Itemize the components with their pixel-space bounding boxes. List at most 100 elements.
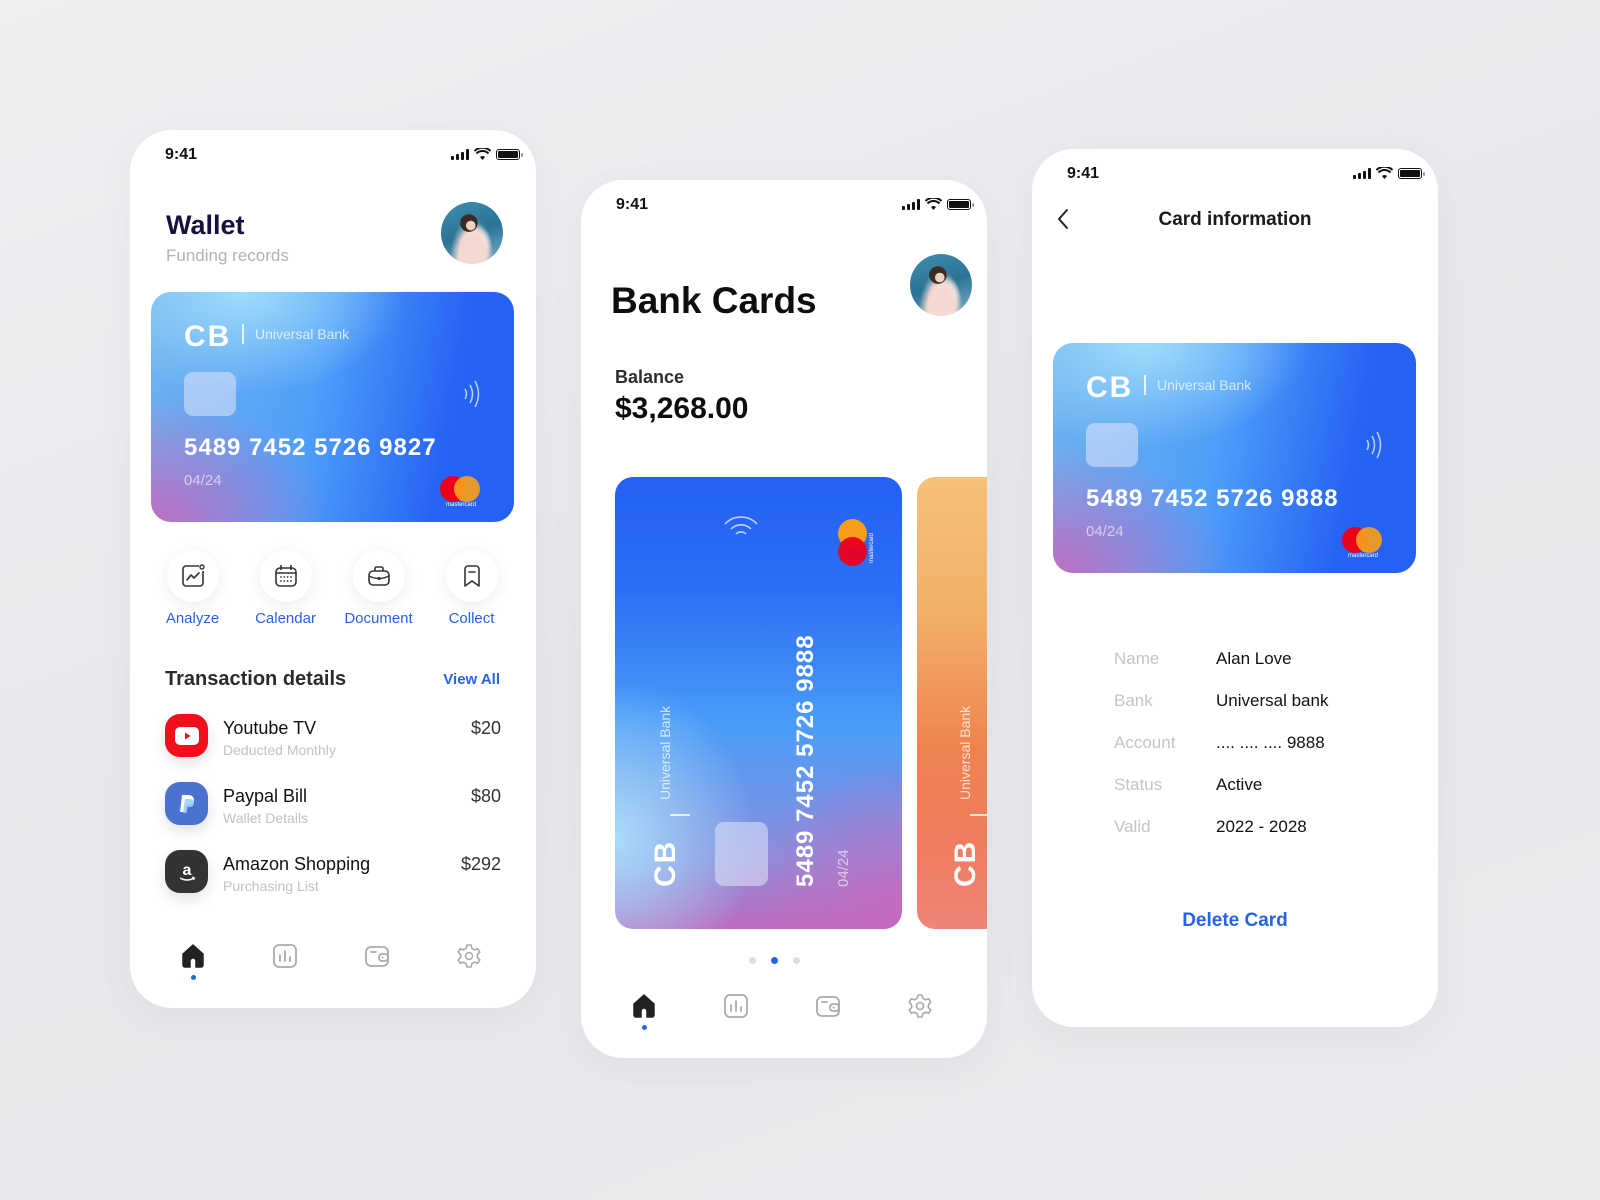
delete-card-button[interactable]: Delete Card [1032, 910, 1438, 932]
tab-home[interactable] [173, 936, 213, 980]
signal-icon [451, 148, 469, 160]
page-subtitle: Funding records [166, 246, 289, 265]
status-time: 9:41 [616, 196, 649, 213]
card-number: 5489 7452 5726 9827 [184, 434, 437, 461]
battery-icon [1398, 167, 1425, 179]
card-logo: CB [649, 839, 682, 887]
tab-wallet[interactable] [357, 936, 397, 976]
status-time: 9:41 [165, 146, 198, 163]
detail-label: Name [1114, 649, 1160, 668]
card-information-screen: 9:41 Card information CB Universal Bank … [1032, 149, 1438, 1027]
briefcase-icon [367, 566, 390, 586]
detail-label: Account [1114, 733, 1176, 752]
youtube-icon [165, 714, 208, 757]
action-label: Calendar [255, 610, 316, 627]
bank-card[interactable]: mastercard 5489 7452 5726 9888 04/24 Uni… [615, 477, 902, 929]
card-bank-name: Universal Bank [1157, 377, 1252, 393]
bank-card[interactable]: CB Universal Bank 5489 7452 5726 9888 04… [1053, 343, 1416, 573]
tab-home[interactable] [624, 986, 664, 1030]
tab-settings[interactable] [900, 986, 940, 1026]
avatar[interactable] [441, 202, 503, 264]
card-number: 5489 7452 5726 9888 [792, 634, 819, 887]
next-bank-card[interactable]: Universal Bank CB [917, 477, 987, 929]
tab-stats[interactable] [716, 986, 756, 1026]
analyze-chart-icon [181, 564, 205, 587]
card-divider [670, 814, 690, 816]
active-tab-indicator [642, 1025, 647, 1030]
detail-label: Status [1114, 775, 1163, 794]
gear-icon [908, 994, 932, 1018]
card-bank-name: Universal Bank [957, 705, 973, 800]
wallet-icon [816, 996, 840, 1017]
quick-actions: Analyze Calendar Document Collect [146, 550, 518, 627]
status-time: 9:41 [1067, 165, 1100, 182]
action-label: Document [344, 610, 413, 627]
transaction-amount: $20 [470, 718, 501, 738]
card-bank-name: Universal Bank [657, 705, 673, 800]
transaction-amount: $292 [460, 854, 501, 874]
bookmark-icon [463, 565, 480, 587]
status-bar: 9:41 [1032, 149, 1438, 199]
action-calendar[interactable]: Calendar [239, 550, 332, 627]
bar-chart-icon [724, 994, 748, 1018]
action-document[interactable]: Document [332, 550, 425, 627]
amazon-icon: a [165, 850, 208, 893]
detail-value: Active [1216, 775, 1263, 794]
card-logo: CB [949, 839, 982, 887]
transaction-name: Paypal Bill [223, 786, 308, 806]
pager-dot[interactable] [749, 957, 756, 964]
pager-dot-active[interactable] [771, 957, 778, 964]
tab-bar [130, 936, 536, 986]
detail-value: Alan Love [1216, 649, 1292, 668]
action-collect[interactable]: Collect [425, 550, 518, 627]
action-label: Analyze [165, 610, 220, 627]
transaction-desc: Deducted Monthly [223, 742, 336, 758]
card-logo: CB [1086, 371, 1134, 404]
home-icon [633, 994, 655, 1018]
card-number: 5489 7452 5726 9888 [1086, 485, 1339, 512]
detail-row-valid: Valid 2022 - 2028 [1114, 817, 1394, 859]
wallet-screen: 9:41 Wallet Funding records CB Universal… [130, 130, 536, 1008]
status-bar: 9:41 [581, 180, 987, 230]
action-analyze[interactable]: Analyze [146, 550, 239, 627]
pager-dot[interactable] [793, 957, 800, 964]
transaction-amount: $80 [470, 786, 501, 806]
tab-wallet[interactable] [808, 986, 848, 1026]
contactless-icon [1366, 431, 1382, 459]
bank-cards-screen: 9:41 Bank Cards Balance $3,268.00 master… [581, 180, 987, 1058]
detail-label: Valid [1114, 817, 1151, 836]
card-logo: CB [184, 320, 232, 353]
wallet-icon [365, 946, 389, 967]
gear-icon [457, 944, 481, 968]
mastercard-logo [838, 519, 868, 567]
transaction-row[interactable]: Paypal Bill Wallet Details $80 [165, 782, 501, 850]
card-details: Name Alan Love Bank Universal bank Accou… [1114, 649, 1394, 859]
avatar[interactable] [910, 254, 972, 316]
balance-label: Balance [615, 367, 685, 387]
status-bar: 9:41 [130, 130, 536, 180]
card-pager [749, 957, 800, 964]
tab-stats[interactable] [265, 936, 305, 976]
card-expiry: 04/24 [835, 849, 852, 887]
detail-label: Bank [1114, 691, 1153, 710]
tab-settings[interactable] [449, 936, 489, 976]
card-chip [715, 822, 768, 886]
transactions-heading: Transaction details [165, 668, 347, 690]
mastercard-logo: mastercard [1342, 527, 1384, 559]
transaction-row[interactable]: Youtube TV Deducted Monthly $20 [165, 714, 501, 782]
bank-card[interactable]: CB Universal Bank 5489 7452 5726 9827 04… [151, 292, 514, 522]
active-tab-indicator [191, 975, 196, 980]
contactless-icon [724, 516, 758, 535]
svg-text:a: a [182, 862, 191, 879]
transaction-row[interactable]: a Amazon Shopping Purchasing List $292 [165, 850, 501, 918]
wifi-icon [1376, 167, 1393, 179]
view-all-link[interactable]: View All [443, 671, 500, 688]
card-bank-name: Universal Bank [255, 326, 350, 342]
battery-icon [947, 198, 974, 210]
wifi-icon [474, 148, 491, 160]
transaction-name: Youtube TV [223, 718, 317, 738]
card-expiry: 04/24 [1086, 523, 1124, 540]
signal-icon [902, 198, 920, 210]
detail-value: Universal bank [1216, 691, 1329, 710]
transaction-list: Youtube TV Deducted Monthly $20 Paypal B… [165, 714, 501, 918]
